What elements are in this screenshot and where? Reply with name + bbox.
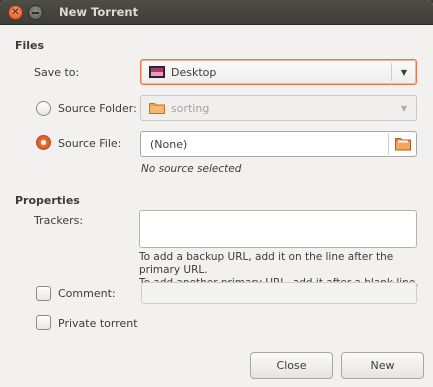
save-to-combobox[interactable]: Desktop ▼ [140, 59, 417, 85]
source-folder-radio[interactable] [36, 101, 51, 116]
source-status-text: No source selected [141, 163, 242, 175]
save-to-value: Desktop [171, 65, 217, 79]
source-folder-label: Source Folder: [58, 102, 137, 115]
source-file-label: Source File: [58, 137, 122, 150]
comment-input[interactable] [141, 282, 417, 304]
source-file-value: (None) [150, 137, 188, 151]
files-heading: Files [15, 39, 45, 52]
chevron-down-icon: ▼ [400, 67, 408, 77]
source-folder-combobox[interactable]: sorting ▼ [140, 95, 417, 121]
chevron-down-icon: ▼ [400, 103, 408, 113]
private-torrent-checkbox[interactable] [36, 315, 51, 330]
minimize-window-icon[interactable] [28, 5, 43, 20]
window-title: New Torrent [59, 5, 139, 19]
desktop-icon [149, 66, 165, 78]
source-folder-value: sorting [171, 101, 210, 115]
private-torrent-label: Private torrent [58, 317, 138, 330]
new-button[interactable]: New [341, 352, 424, 379]
properties-heading: Properties [15, 194, 80, 207]
source-file-radio[interactable] [36, 135, 51, 150]
save-to-label: Save to: [34, 66, 80, 79]
close-button[interactable]: Close [250, 352, 333, 379]
comment-checkbox[interactable] [36, 286, 51, 301]
folder-icon [149, 103, 165, 114]
trackers-label: Trackers: [34, 214, 84, 227]
source-file-chooser[interactable]: (None) [140, 131, 417, 157]
close-window-icon[interactable]: ✕ [8, 5, 23, 20]
new-torrent-dialog: ✕ New Torrent Files Save to: Desktop ▼ S… [0, 0, 433, 387]
comment-label: Comment: [58, 287, 116, 300]
trackers-textarea[interactable] [139, 210, 417, 248]
trackers-hint-line1: To add a backup URL, add it on the line … [139, 251, 394, 276]
title-bar: ✕ New Torrent [0, 0, 433, 25]
folder-icon[interactable] [395, 137, 411, 151]
